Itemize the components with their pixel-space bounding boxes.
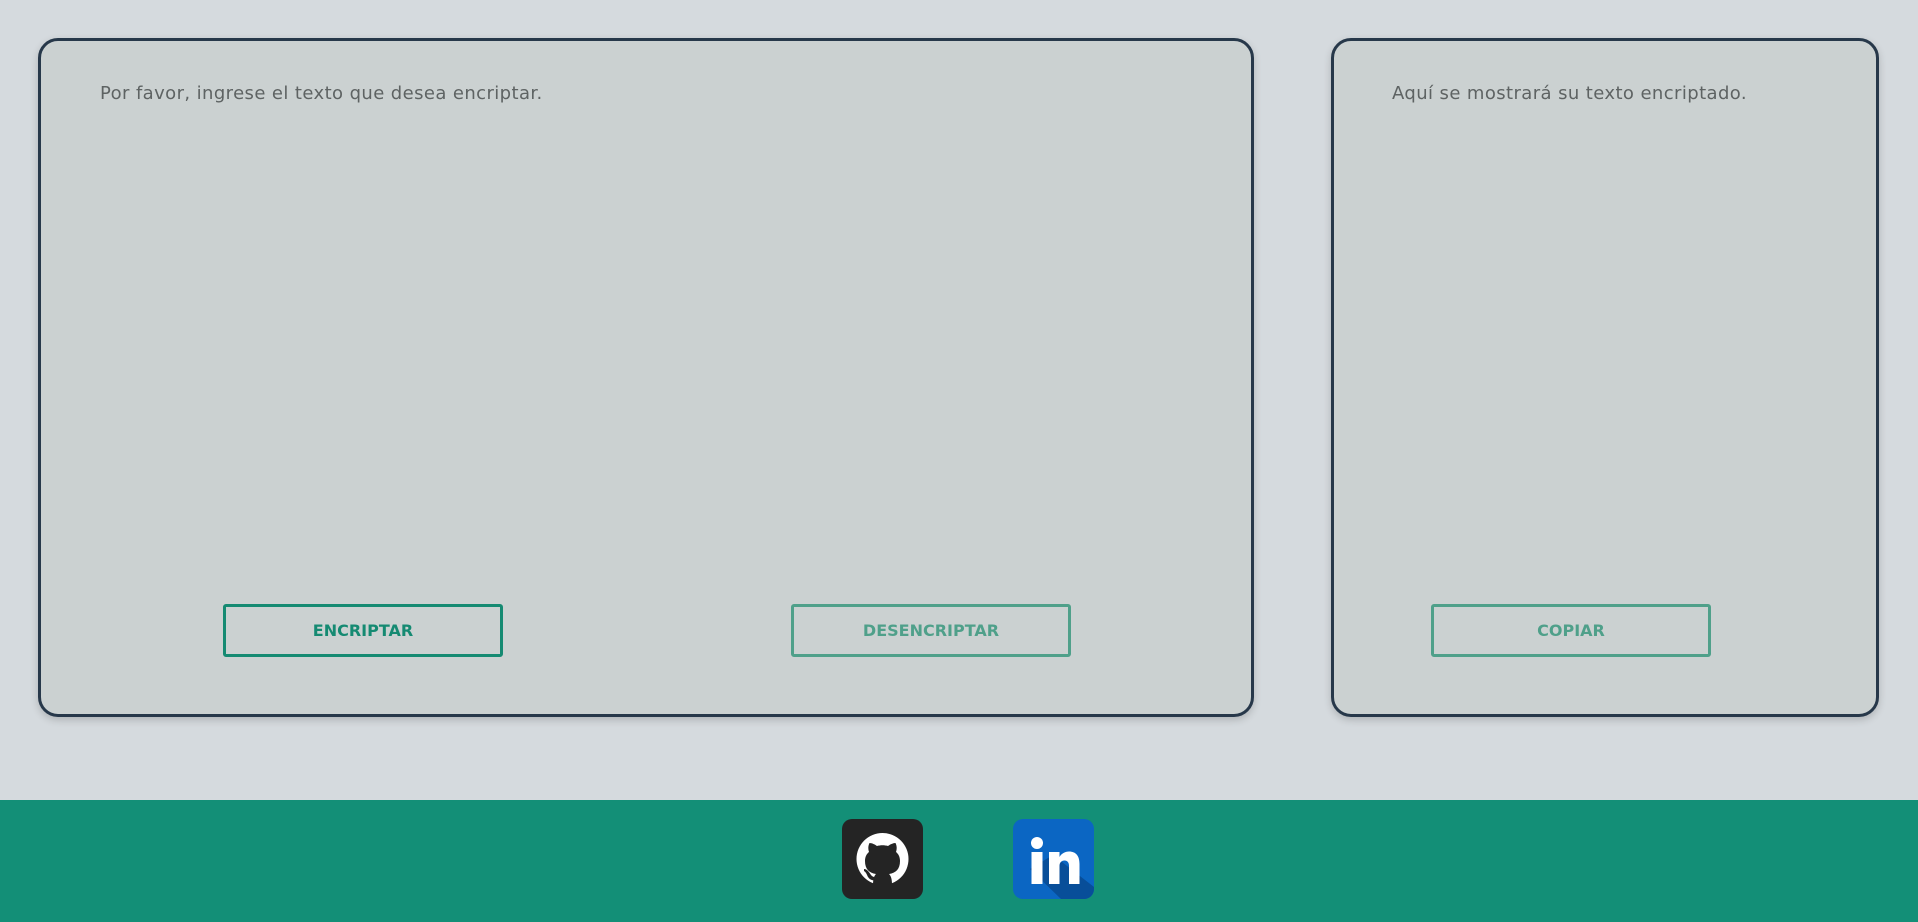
linkedin-icon — [1030, 837, 1094, 899]
output-textarea[interactable] — [1392, 81, 1832, 581]
linkedin-link[interactable] — [1013, 819, 1094, 899]
copy-button[interactable]: COPIAR — [1431, 604, 1711, 657]
github-link[interactable] — [842, 819, 923, 899]
encrypt-button[interactable]: ENCRIPTAR — [223, 604, 503, 657]
encrypt-panel: ENCRIPTAR DESENCRIPTAR — [38, 38, 1254, 717]
result-panel: COPIAR — [1331, 38, 1879, 717]
decrypt-button[interactable]: DESENCRIPTAR — [791, 604, 1071, 657]
footer — [0, 800, 1918, 922]
input-textarea[interactable] — [100, 81, 1190, 581]
github-icon — [856, 833, 909, 885]
